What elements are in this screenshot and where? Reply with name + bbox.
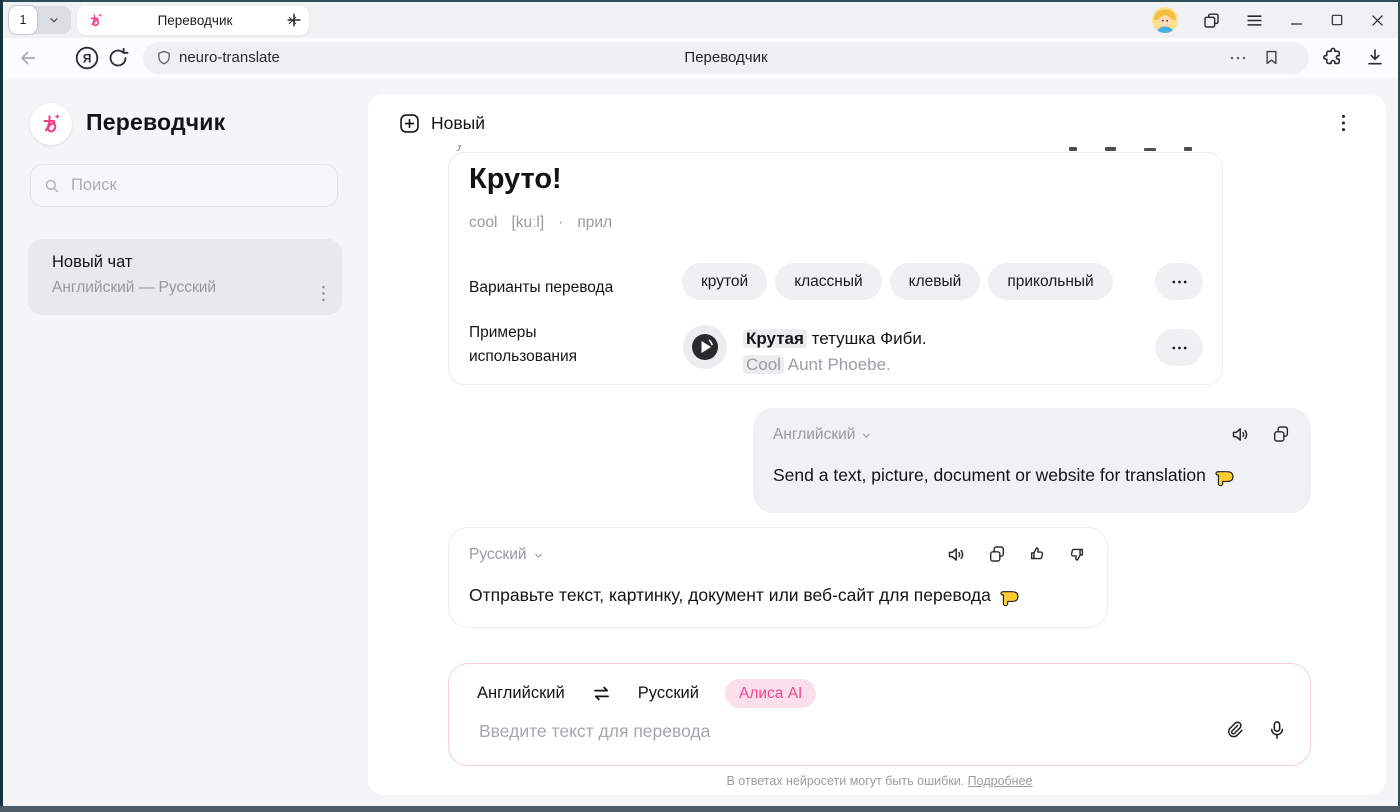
message-language-selector[interactable]: Русский bbox=[469, 546, 544, 564]
examples-label: Примеры использования bbox=[469, 321, 577, 369]
example-en-highlight: Cool bbox=[743, 355, 784, 374]
usage-example: Крутая тетушка Фиби. Cool Aunt Phoebe. bbox=[743, 326, 927, 378]
window-frame-top bbox=[0, 0, 1400, 2]
sidebar-search[interactable] bbox=[30, 164, 338, 207]
app-logo bbox=[30, 103, 72, 145]
window-close-button[interactable] bbox=[1369, 12, 1386, 29]
thumbs-down-icon[interactable] bbox=[1067, 544, 1087, 565]
alice-ai-badge[interactable]: Алиса AI bbox=[725, 679, 816, 708]
speaker-icon[interactable] bbox=[946, 544, 967, 565]
clipped-icon-fragment bbox=[1069, 147, 1077, 151]
variant-chip[interactable]: классный bbox=[775, 263, 881, 300]
tab-title: Переводчик bbox=[104, 13, 286, 28]
bookmark-icon[interactable] bbox=[1262, 48, 1281, 67]
variants-more-button[interactable] bbox=[1155, 263, 1203, 300]
new-chat-label: Новый bbox=[431, 113, 485, 134]
examples-more-button[interactable] bbox=[1155, 329, 1203, 366]
clipped-icon-fragment bbox=[1144, 148, 1156, 151]
address-more-icon[interactable] bbox=[1229, 55, 1247, 61]
reload-icon[interactable] bbox=[106, 46, 130, 70]
browser-menu-icon[interactable] bbox=[1245, 11, 1264, 30]
transcription: [kuːl] bbox=[511, 214, 544, 232]
example-en-rest: Aunt Phoebe. bbox=[784, 355, 891, 374]
message-text: Send a text, picture, document or websit… bbox=[773, 464, 1236, 487]
chat-kebab-icon[interactable] bbox=[321, 284, 326, 303]
translation-composer: Английский Русский Алиса AI bbox=[448, 663, 1311, 766]
translator-logo-icon bbox=[87, 12, 104, 29]
window-frame-left bbox=[0, 0, 3, 812]
clipped-content-fragment: у bbox=[456, 145, 468, 152]
alice-avatar[interactable] bbox=[1152, 7, 1178, 33]
chevron-down-icon[interactable] bbox=[37, 14, 71, 26]
variant-chip[interactable]: клевый bbox=[890, 263, 981, 300]
attach-file-icon[interactable] bbox=[1223, 719, 1244, 741]
app-title: Переводчик bbox=[86, 109, 225, 136]
speaker-icon[interactable] bbox=[1230, 424, 1251, 445]
message-language-selector[interactable]: Английский bbox=[773, 426, 872, 444]
browser-tab-translator[interactable]: Переводчик bbox=[77, 6, 309, 35]
disclaimer-more-link[interactable]: Подробнее bbox=[968, 774, 1033, 788]
dictionary-headword: Круто! bbox=[469, 163, 562, 196]
variants-label: Варианты перевода bbox=[469, 279, 613, 297]
panel-kebab-icon[interactable] bbox=[1341, 113, 1346, 133]
yandex-browser-icon[interactable]: Я bbox=[74, 45, 100, 71]
part-of-speech: прил bbox=[577, 214, 612, 232]
new-chat-button[interactable]: Новый bbox=[398, 112, 485, 135]
pointing-hand-icon bbox=[998, 584, 1021, 607]
clipped-icon-fragment bbox=[1184, 147, 1192, 151]
play-example-button[interactable] bbox=[683, 325, 727, 369]
window-minimize-button[interactable] bbox=[1288, 12, 1305, 29]
svg-text:Я: Я bbox=[83, 52, 92, 66]
example-ru-highlight: Крутая bbox=[743, 329, 807, 348]
message-text: Отправьте текст, картинку, документ или … bbox=[469, 584, 1021, 607]
ai-disclaimer: В ответах нейросети могут быть ошибки. П… bbox=[448, 774, 1311, 788]
variant-chip[interactable]: крутой bbox=[682, 263, 767, 300]
copy-icon[interactable] bbox=[1271, 424, 1291, 445]
source-language-button[interactable]: Английский bbox=[477, 684, 565, 703]
dot-separator: · bbox=[558, 214, 563, 232]
chat-panel: Новый у Круто! cool [kuːl] · прил Вариан… bbox=[368, 94, 1386, 795]
message-bubble-russian: Русский Отправьте текст, картинку, доку bbox=[448, 527, 1108, 628]
browser-toolbar: Я neuro-translate Переводчик bbox=[3, 38, 1398, 78]
source-word: cool bbox=[469, 214, 497, 232]
dictionary-subline: cool [kuːl] · прил bbox=[469, 214, 612, 232]
dictionary-card: Круто! cool [kuːl] · прил Варианты перев… bbox=[448, 152, 1223, 385]
target-language-button[interactable]: Русский bbox=[638, 684, 699, 703]
example-ru-rest: тетушка Фиби. bbox=[807, 329, 927, 348]
chat-language-pair: Английский — Русский bbox=[52, 279, 324, 297]
window-frame-bottom bbox=[0, 806, 1400, 812]
search-input[interactable] bbox=[69, 175, 325, 196]
plus-square-icon bbox=[398, 112, 421, 135]
translation-input[interactable] bbox=[477, 720, 1177, 743]
pointing-hand-icon bbox=[1213, 464, 1236, 487]
translator-app: Переводчик Новый чат Английский — Русски… bbox=[3, 78, 1398, 806]
tab-group-control[interactable]: 1 bbox=[9, 6, 71, 34]
microphone-icon[interactable] bbox=[1266, 719, 1288, 741]
message-bubble-english: Английский Send a text, picture, documen… bbox=[753, 408, 1311, 513]
extensions-icon[interactable] bbox=[1322, 46, 1344, 68]
tab-group-count[interactable]: 1 bbox=[9, 6, 37, 34]
back-icon[interactable] bbox=[17, 47, 39, 69]
downloads-icon[interactable] bbox=[1364, 46, 1386, 68]
chat-title: Новый чат bbox=[52, 253, 324, 272]
swap-languages-icon[interactable] bbox=[591, 683, 612, 704]
copy-icon[interactable] bbox=[987, 544, 1007, 565]
search-icon bbox=[43, 177, 61, 195]
sidebar-chat-item[interactable]: Новый чат Английский — Русский bbox=[28, 239, 342, 315]
address-bar[interactable]: neuro-translate Переводчик bbox=[143, 42, 1309, 74]
new-tab-button[interactable] bbox=[283, 9, 305, 31]
browser-tab-bar: 1 Переводчик bbox=[3, 2, 1398, 38]
thumbs-up-icon[interactable] bbox=[1027, 544, 1047, 565]
side-panels-icon[interactable] bbox=[1202, 11, 1221, 30]
window-maximize-button[interactable] bbox=[1329, 12, 1345, 28]
clipped-icon-fragment bbox=[1105, 147, 1116, 151]
variant-chip[interactable]: прикольный bbox=[988, 263, 1112, 300]
page-title: Переводчик bbox=[143, 49, 1309, 66]
translation-variants: крутой классный клевый прикольный bbox=[682, 263, 1113, 300]
